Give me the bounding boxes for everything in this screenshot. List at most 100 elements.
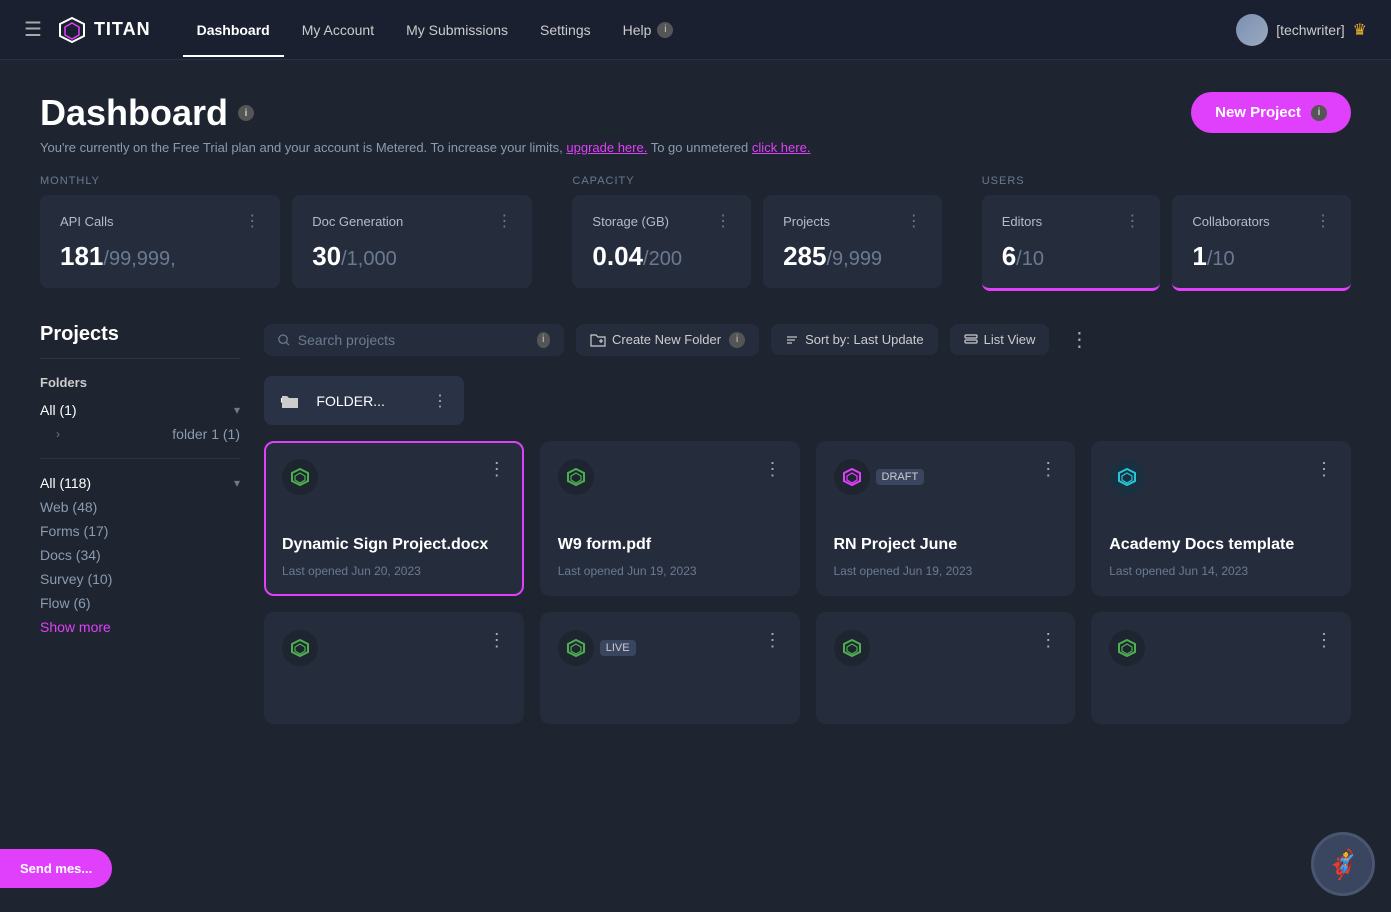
sidebar-item-folder1[interactable]: › folder 1 (1)	[40, 422, 240, 446]
sidebar-item-forms[interactable]: Forms (17)	[40, 519, 240, 543]
list-view-icon	[964, 333, 978, 347]
nav-link-dashboard[interactable]: Dashboard	[183, 14, 284, 46]
dashboard-header: Dashboard i You're currently on the Free…	[40, 92, 1351, 155]
card-badge-5: LIVE	[600, 640, 636, 656]
stat-api-calls: API Calls ⋮ 181/99,999,	[40, 195, 280, 288]
stat-menu-storage[interactable]: ⋮	[715, 211, 731, 231]
stat-doc-gen: Doc Generation ⋮ 30/1,000	[292, 195, 532, 288]
list-view-button[interactable]: List View	[950, 324, 1050, 355]
card-menu-1[interactable]: ⋮	[764, 459, 782, 480]
sort-icon	[785, 333, 799, 347]
sort-button[interactable]: Sort by: Last Update	[771, 324, 938, 355]
project-card-2[interactable]: DRAFT ⋮ RN Project June Last opened Jun …	[816, 441, 1076, 596]
folder-item[interactable]: ▪ FOLDER... ⋮	[264, 376, 464, 425]
stat-menu-doc[interactable]: ⋮	[496, 211, 512, 231]
search-icon	[278, 333, 290, 347]
new-project-button[interactable]: New Project i	[1191, 92, 1351, 133]
sidebar: Projects Folders All (1) ▾ › folder 1 (1…	[40, 323, 240, 724]
projects-content: i Create New Folder i	[264, 323, 1351, 724]
chevron-right-icon: ›	[56, 427, 60, 441]
card-icon-6	[834, 630, 870, 666]
bot-avatar[interactable]: 🦸	[1311, 832, 1375, 896]
users-label: USERS	[982, 175, 1351, 187]
card-date-0: Last opened Jun 20, 2023	[282, 564, 506, 578]
stat-menu-api[interactable]: ⋮	[244, 211, 260, 231]
nav-avatar	[1236, 14, 1268, 46]
upgrade-link[interactable]: upgrade here.	[566, 140, 647, 155]
card-date-2: Last opened Jun 19, 2023	[834, 564, 1058, 578]
folder-menu-icon[interactable]: ⋮	[432, 391, 448, 411]
send-message-button[interactable]: Send mes...	[0, 849, 112, 888]
chevron-down-icon-cat: ▾	[234, 476, 240, 490]
click-here-link[interactable]: click here.	[752, 140, 811, 155]
card-icon-0	[282, 459, 318, 495]
card-icon-4	[282, 630, 318, 666]
project-card-6[interactable]: ⋮	[816, 612, 1076, 724]
card-menu-4[interactable]: ⋮	[488, 630, 506, 651]
toolbar-more-button[interactable]: ⋮	[1061, 323, 1097, 356]
stat-projects: Projects ⋮ 285/9,999	[763, 195, 942, 288]
dashboard-info-badge: i	[238, 105, 254, 121]
project-card-0[interactable]: ⋮ Dynamic Sign Project.docx Last opened …	[264, 441, 524, 596]
projects-grid: ⋮ Dynamic Sign Project.docx Last opened …	[264, 441, 1351, 724]
project-card-1[interactable]: ⋮ W9 form.pdf Last opened Jun 19, 2023	[540, 441, 800, 596]
search-input[interactable]	[298, 332, 527, 348]
card-menu-0[interactable]: ⋮	[488, 459, 506, 480]
hamburger-icon[interactable]: ☰	[24, 17, 42, 42]
sidebar-item-docs[interactable]: Docs (34)	[40, 543, 240, 567]
card-badge-2: DRAFT	[876, 469, 925, 485]
card-menu-3[interactable]: ⋮	[1315, 459, 1333, 480]
sidebar-item-all-folders[interactable]: All (1) ▾	[40, 398, 240, 422]
card-title-2: RN Project June	[834, 535, 1058, 556]
project-card-5[interactable]: LIVE ⋮	[540, 612, 800, 724]
nav-logo[interactable]: TITAN	[58, 16, 151, 44]
nav-link-myaccount[interactable]: My Account	[288, 14, 388, 46]
stat-menu-editors[interactable]: ⋮	[1124, 211, 1140, 231]
stat-storage: Storage (GB) ⋮ 0.04/200	[572, 195, 751, 288]
create-folder-info-badge: i	[729, 332, 745, 348]
card-menu-7[interactable]: ⋮	[1315, 630, 1333, 651]
project-card-7[interactable]: ⋮	[1091, 612, 1351, 724]
folder-plus-icon	[590, 332, 606, 348]
dashboard-title: Dashboard i	[40, 92, 810, 134]
card-icon-7	[1109, 630, 1145, 666]
stat-menu-projects[interactable]: ⋮	[906, 211, 922, 231]
sidebar-item-survey[interactable]: Survey (10)	[40, 567, 240, 591]
main-content: Dashboard i You're currently on the Free…	[0, 60, 1391, 756]
nav-username: [techwriter]	[1276, 22, 1344, 38]
monthly-label: MONTHLY	[40, 175, 532, 187]
titan-logo-icon	[58, 16, 86, 44]
card-menu-2[interactable]: ⋮	[1039, 459, 1057, 480]
folder-filled-icon	[280, 391, 300, 411]
create-folder-button[interactable]: Create New Folder i	[576, 324, 759, 356]
new-project-badge: i	[1311, 105, 1327, 121]
card-title-3: Academy Docs template	[1109, 535, 1333, 556]
show-more-button[interactable]: Show more	[40, 619, 240, 635]
nav-link-mysubmissions[interactable]: My Submissions	[392, 14, 522, 46]
users-stats: Editors ⋮ 6/10 Collaborators ⋮ 1/10	[982, 195, 1351, 291]
card-menu-6[interactable]: ⋮	[1039, 630, 1057, 651]
nav-links: Dashboard My Account My Submissions Sett…	[183, 14, 1237, 46]
stat-menu-collab[interactable]: ⋮	[1315, 211, 1331, 231]
sidebar-item-web[interactable]: Web (48)	[40, 495, 240, 519]
capacity-label: CAPACITY	[572, 175, 941, 187]
card-menu-5[interactable]: ⋮	[764, 630, 782, 651]
nav-user: [techwriter] ♛	[1236, 14, 1367, 46]
search-box: i	[264, 324, 564, 356]
sidebar-item-flow[interactable]: Flow (6)	[40, 591, 240, 615]
project-card-3[interactable]: ⋮ Academy Docs template Last opened Jun …	[1091, 441, 1351, 596]
stats-section: MONTHLY API Calls ⋮ 181/99,999, Doc Gene…	[40, 175, 1351, 291]
project-card-4[interactable]: ⋮	[264, 612, 524, 724]
help-info-badge: i	[657, 22, 673, 38]
capacity-stats: Storage (GB) ⋮ 0.04/200 Projects ⋮ 285/9…	[572, 195, 941, 288]
sidebar-divider	[40, 458, 240, 459]
card-icon-2	[834, 459, 870, 495]
card-date-1: Last opened Jun 19, 2023	[558, 564, 782, 578]
nav-link-help[interactable]: Help i	[609, 14, 688, 46]
stat-editors: Editors ⋮ 6/10	[982, 195, 1161, 291]
sidebar-item-all-categories[interactable]: All (118) ▾	[40, 471, 240, 495]
projects-section: Projects Folders All (1) ▾ › folder 1 (1…	[40, 323, 1351, 724]
card-icon-5	[558, 630, 594, 666]
nav-link-settings[interactable]: Settings	[526, 14, 605, 46]
projects-toolbar: i Create New Folder i	[264, 323, 1351, 356]
